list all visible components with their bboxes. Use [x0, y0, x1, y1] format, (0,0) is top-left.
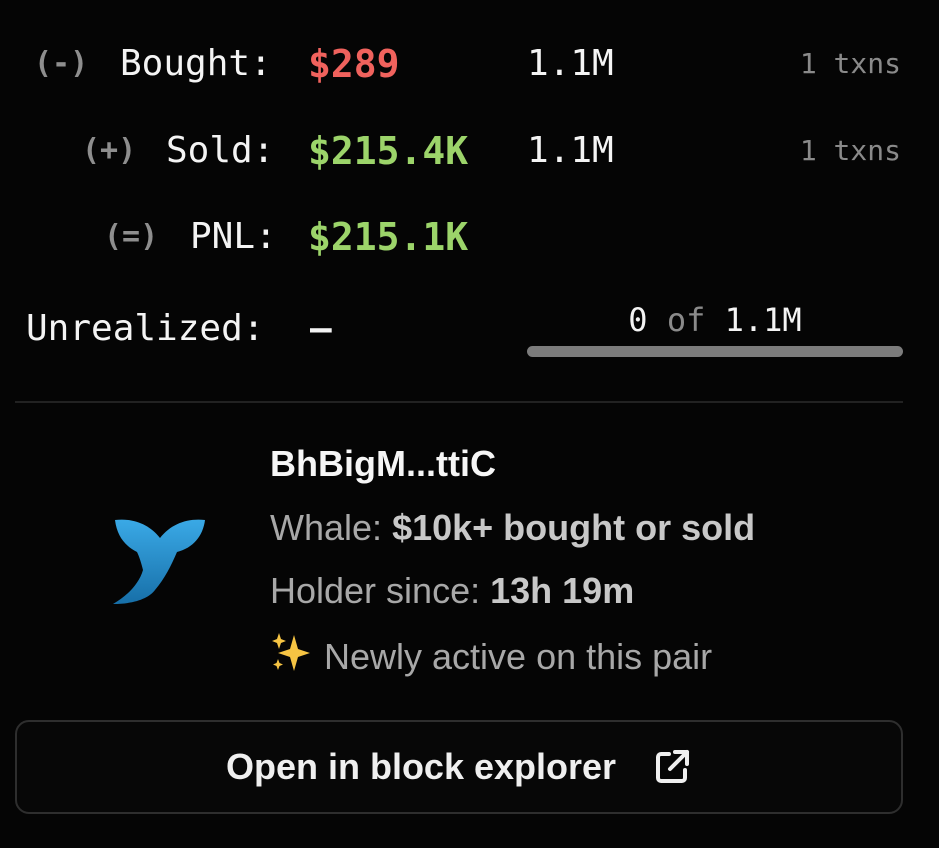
- bought-row: (-) Bought: $289 1.1M 1 txns: [0, 34, 939, 94]
- external-link-icon: [656, 750, 690, 783]
- newly-active-text: Newly active on this pair: [324, 636, 713, 677]
- bought-tokens: 1.1M: [527, 43, 614, 84]
- pnl-label: PNL:: [190, 216, 277, 257]
- holding-progress: 0 of 1.1M: [527, 298, 903, 362]
- open-block-explorer-label: Open in block explorer: [225, 746, 617, 787]
- open-block-explorer-button[interactable]: Open in block explorer: [15, 720, 903, 814]
- pnl-sign: (=): [104, 219, 159, 254]
- bought-amount: $289: [308, 42, 400, 86]
- whale-label: Whale:: [270, 507, 383, 548]
- sold-row: (+) Sold: $215.4K 1.1M 1 txns: [0, 121, 939, 181]
- sold-txns: 1 txns: [799, 134, 901, 167]
- sparkles-icon: [272, 633, 310, 671]
- pnl-row: (=) PNL: $215.1K: [0, 207, 939, 267]
- sold-sign: (+): [82, 133, 137, 168]
- holder-since-value: 13h 19m: [490, 570, 635, 611]
- holding-text: 0 of 1.1M: [527, 298, 903, 342]
- sold-amount: $215.4K: [308, 129, 469, 173]
- bought-sign: (-): [34, 46, 89, 81]
- whale-value: $10k+ bought or sold: [392, 507, 756, 548]
- unrealized-value: –: [310, 308, 332, 349]
- holding-held: 0: [628, 301, 648, 339]
- sold-tokens: 1.1M: [527, 130, 614, 171]
- whale-tag: Whale: $10k+ bought or sold: [270, 504, 755, 552]
- wallet-address[interactable]: BhBigM...ttiC: [270, 440, 496, 488]
- bought-txns: 1 txns: [799, 47, 901, 80]
- holder-since: Holder since: 13h 19m: [270, 567, 634, 615]
- holding-total: 1.1M: [724, 301, 802, 339]
- bought-label: Bought:: [120, 43, 272, 84]
- holding-bar: [527, 346, 903, 357]
- newly-active: Newly active on this pair: [270, 631, 712, 681]
- section-divider: [15, 401, 903, 403]
- holding-of: of: [666, 301, 706, 339]
- pnl-amount: $215.1K: [308, 215, 469, 259]
- holder-since-label: Holder since:: [270, 570, 481, 611]
- whale-tail-icon: [113, 519, 205, 604]
- sold-label: Sold:: [166, 130, 275, 171]
- unrealized-label: Unrealized:: [26, 308, 265, 349]
